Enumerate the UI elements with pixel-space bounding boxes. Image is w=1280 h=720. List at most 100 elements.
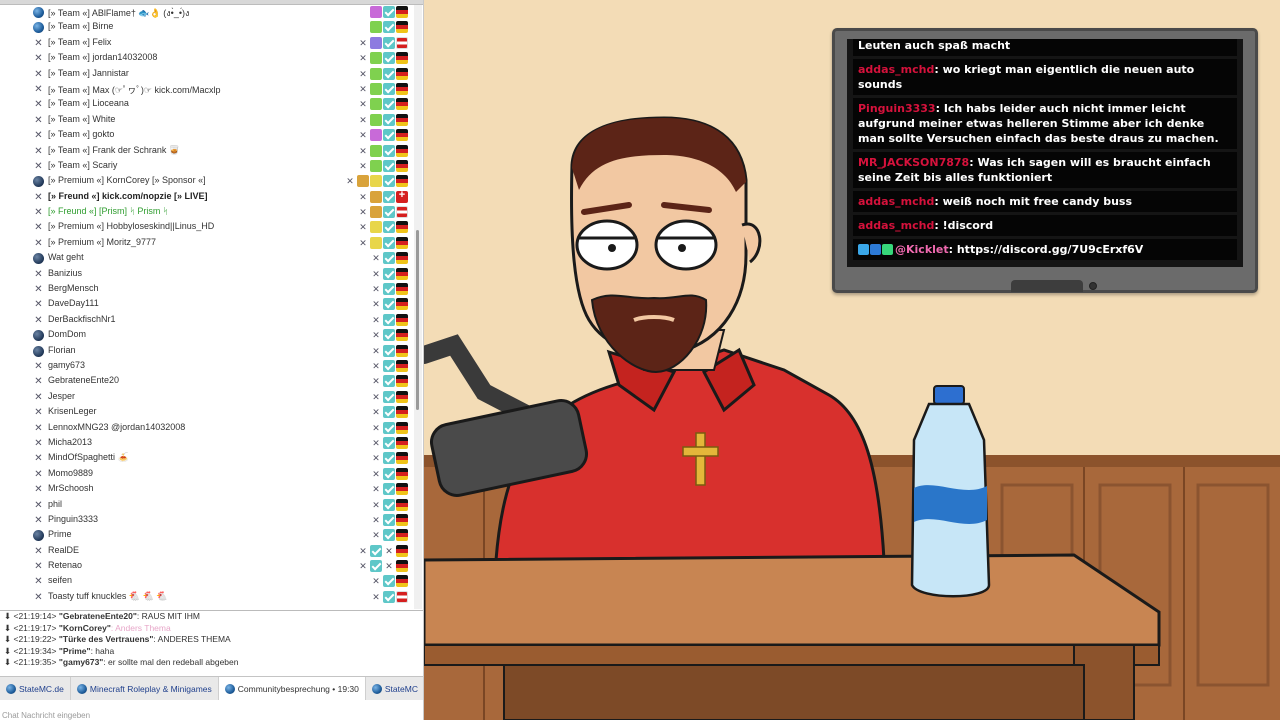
- muted-icon: ✕: [34, 437, 43, 449]
- user-row[interactable]: ✕ GebrateneEnte20 ✕: [0, 374, 414, 389]
- scrollbar-thumb[interactable]: [416, 230, 419, 410]
- user-badges: ✕: [357, 52, 408, 65]
- chat-user[interactable]: "GebrateneEnte20": [59, 611, 137, 621]
- user-row[interactable]: ✕ RealDE ✕ ✕: [0, 544, 414, 559]
- flag-germany-icon: [396, 113, 408, 126]
- chat-user[interactable]: "gamy673": [59, 657, 103, 667]
- user-name: GebrateneEnte20: [48, 375, 120, 386]
- server-icon: [371, 683, 382, 694]
- muted-icon: ✕: [359, 207, 367, 218]
- user-row[interactable]: ✕ [» Premium «] Hobbyloseskind||Linus_HD ✕: [0, 220, 414, 235]
- user-name: [» Team «] Scariy: [48, 159, 118, 170]
- user-row[interactable]: Wat geht ✕: [0, 251, 414, 266]
- flag-germany-icon: [396, 252, 408, 265]
- user-row[interactable]: ✕ [» Team «] Lioceana ✕: [0, 97, 414, 112]
- user-row[interactable]: ✕ MrSchoosh ✕: [0, 482, 414, 497]
- server-tab[interactable]: Communitybesprechung • 19:30: [218, 676, 366, 701]
- stream-chat-message: addas_mchd: wo kriegt man eigentlich die…: [853, 59, 1237, 95]
- flag-germany-icon: [396, 267, 408, 280]
- server-tab[interactable]: StateMC.de: [0, 676, 71, 701]
- chat-user[interactable]: "Prime": [59, 646, 91, 656]
- user-row[interactable]: ✕ [» Team «] Max (☞ﾟヮﾟ)☞ kick.com/Macxlp ✕: [0, 82, 414, 97]
- server-icon: [76, 683, 87, 694]
- user-badges: ✕: [370, 406, 408, 419]
- user-name: [» Team «] Lioceana: [48, 98, 129, 109]
- user-badges: ✕ ✕: [357, 544, 408, 557]
- chat-timestamp: <21:19:22>: [13, 634, 57, 644]
- user-row[interactable]: ✕ Jesper ✕: [0, 390, 414, 405]
- verified-icon: [383, 590, 395, 603]
- user-row[interactable]: ✕ [» Team «] Frank der Schrank 🥃 ✕: [0, 144, 414, 159]
- chat-user[interactable]: "KornCorey": [59, 623, 111, 633]
- user-name: BergMensch: [48, 283, 99, 294]
- chat-timestamp: <21:19:34>: [13, 645, 57, 656]
- user-row[interactable]: ✕ DaveDay111 ✕: [0, 297, 414, 312]
- user-row[interactable]: ✕ DerBackfischNr1 ✕: [0, 313, 414, 328]
- user-badges: [370, 6, 408, 18]
- verified-icon: [383, 98, 395, 111]
- server-tab[interactable]: StateMC: [366, 677, 423, 701]
- verified-icon: [383, 421, 395, 434]
- flag-germany-icon: [396, 421, 408, 434]
- verified-icon: [383, 467, 395, 480]
- user-row[interactable]: ✕ BergMensch ✕: [0, 282, 414, 297]
- verified-icon: [383, 375, 395, 388]
- stream-chat-text: : !discord: [934, 219, 994, 232]
- user-name: gamy673: [48, 359, 86, 370]
- user-row[interactable]: ✕ [» Team «] Jannistar ✕: [0, 67, 414, 82]
- user-row[interactable]: ✕ [» Freund «] [Prism] ᛋ Prism ᛋ ✕: [0, 205, 414, 220]
- group-badge-icon: [370, 67, 382, 80]
- user-row[interactable]: ✕ [» Team «] Scariy ✕: [0, 159, 414, 174]
- user-row[interactable]: ✕ seifen ✕: [0, 574, 414, 589]
- muted-icon: ✕: [34, 99, 43, 111]
- user-name: Prime: [48, 529, 72, 540]
- user-row[interactable]: Florian ✕: [0, 344, 414, 359]
- user-row[interactable]: ✕ [» Team «] White ✕: [0, 113, 414, 128]
- user-row[interactable]: DomDom ✕: [0, 328, 414, 343]
- verified-icon: [383, 329, 395, 342]
- verified-icon: [383, 221, 395, 234]
- user-row[interactable]: ✕ Micha2013 ✕: [0, 436, 414, 451]
- flag-germany-icon: [396, 359, 408, 372]
- verified-icon: [383, 452, 395, 465]
- flag-germany-icon: [396, 390, 408, 403]
- user-row[interactable]: ✕ Pinguin3333 ✕: [0, 513, 414, 528]
- verified-icon: [383, 36, 395, 49]
- user-row[interactable]: ✕ [» Team «] gokto ✕: [0, 128, 414, 143]
- user-row[interactable]: ✕ LennoxMNG23 @jordan14032008 ✕: [0, 421, 414, 436]
- verified-icon: [383, 267, 395, 280]
- muted-icon: ✕: [34, 514, 43, 526]
- user-row[interactable]: ✕ Banizius ✕: [0, 267, 414, 282]
- user-name: [» Team «] Jannistar: [48, 67, 129, 78]
- user-row[interactable]: ✕ Retenao ✕ ✕: [0, 559, 414, 574]
- user-list-scrollbar[interactable]: [414, 5, 422, 609]
- user-row[interactable]: ✕ phil ✕: [0, 498, 414, 513]
- server-tab[interactable]: Minecraft Roleplay & Minigames: [71, 676, 219, 701]
- flag-germany-icon: [396, 82, 408, 95]
- user-row[interactable]: Prime ✕: [0, 528, 414, 543]
- user-name: [» Premium «] Moritz_9777: [48, 236, 157, 247]
- chat-user[interactable]: "Türke des Vertrauens": [59, 634, 154, 644]
- muted-icon: ✕: [34, 484, 43, 496]
- stream-chat-message: Pinguin3333: Ich habs leider auch nicht …: [853, 98, 1237, 149]
- user-row[interactable]: [» Premium «] KornCorey [» Sponsor «] ✕: [0, 174, 414, 189]
- user-row[interactable]: ✕ [» Team «] jordan14032008 ✕: [0, 51, 414, 66]
- user-row[interactable]: [» Team «] ABlFlame† 🐟👌 (ง•̀_•́)ง: [0, 5, 414, 20]
- user-row[interactable]: ✕ [» Freund «] kick.com/nopzie [» LIVE] ✕: [0, 189, 414, 205]
- user-row[interactable]: ✕ Toasty tuff knuckles 🐔 🐔 🐔 ✕: [0, 590, 414, 605]
- user-row[interactable]: ✕ gamy673 ✕: [0, 359, 414, 374]
- chat-line: ⬇ <21:19:17> "KornCorey": Anders Thema: [4, 623, 423, 635]
- user-name: [» Premium «] KornCorey [» Sponsor «]: [48, 175, 206, 186]
- user-name: [» Team «] Felix: [48, 36, 112, 47]
- user-row[interactable]: ✕ Momo9889 ✕: [0, 467, 414, 482]
- user-row[interactable]: ✕ [» Team «] Felix ✕: [0, 36, 414, 51]
- client-status-icon: [33, 530, 44, 542]
- user-badges: ✕: [370, 298, 408, 311]
- user-row[interactable]: ✕ MindOfSpaghetti 🍝 ✕: [0, 451, 414, 466]
- user-row[interactable]: ✕ KrisenLeger ✕: [0, 405, 414, 420]
- chat-input[interactable]: Chat Nachricht eingeben: [0, 700, 423, 720]
- user-row[interactable]: ✕ [» Premium «] Moritz_9777 ✕: [0, 236, 414, 251]
- user-row[interactable]: [» Team «] Birne: [0, 20, 414, 35]
- user-name: MindOfSpaghetti 🍝: [48, 452, 129, 463]
- muted-icon: ✕: [359, 130, 367, 141]
